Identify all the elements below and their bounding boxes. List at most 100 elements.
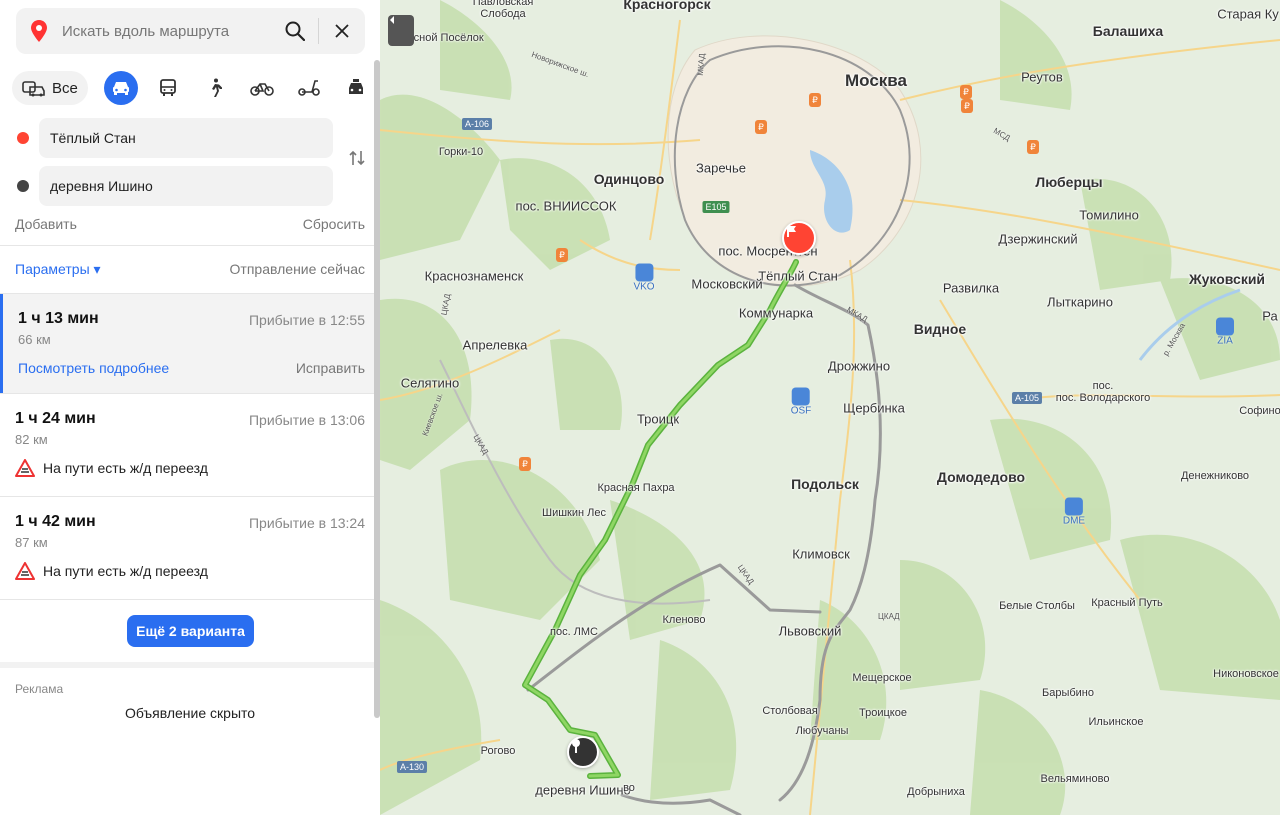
fuel-station-icon[interactable]: ₽ (519, 457, 531, 471)
map-label: Томилино (1079, 207, 1139, 223)
swap-arrows-icon (349, 150, 365, 166)
route-distance: 87 км (15, 535, 48, 550)
railway-crossing-warning-icon (15, 459, 35, 477)
airport-code: ZIA (1217, 335, 1233, 347)
airplane-icon (792, 387, 810, 406)
bicycle-icon (250, 83, 274, 96)
airplane-icon (635, 263, 653, 282)
map-label: Красный Путь (1091, 597, 1163, 609)
map-label: Любучаны (795, 725, 849, 737)
road-shield: А-130 (396, 761, 428, 773)
route-search-bar: Искать вдоль маршрута (16, 8, 365, 54)
route-duration: 1 ч 42 мин (15, 513, 96, 530)
airport-zia[interactable]: ZIA (1216, 317, 1234, 347)
mode-walk-button[interactable] (198, 71, 232, 105)
route-option-2[interactable]: 1 ч 24 мин Прибытие в 13:06 82 км На пут… (0, 394, 374, 496)
map-label: Троицк (636, 411, 680, 427)
end-point-field[interactable]: деревня Ишино (39, 166, 333, 206)
swap-points-button[interactable] (345, 146, 369, 170)
route-point-actions: Добавить Сбросить (15, 216, 365, 232)
map-label: Видное (913, 321, 967, 337)
road-shield: А-105 (1011, 392, 1043, 404)
fuel-station-icon[interactable]: ₽ (556, 248, 568, 262)
route-arrival: Прибытие в 12:55 (248, 312, 365, 328)
map-label: Красная Пахра (597, 482, 675, 494)
close-button[interactable] (319, 8, 365, 54)
airport-code: OSF (790, 405, 812, 417)
map-label: Софино (1239, 405, 1280, 417)
route-option-3[interactable]: 1 ч 42 мин Прибытие в 13:24 87 км На пут… (0, 497, 374, 599)
fuel-station-icon[interactable]: ₽ (1027, 140, 1039, 154)
map-label: Коммунарка (738, 305, 814, 321)
map-label: Кленово (662, 614, 706, 626)
map-label: Лыткарино (1047, 294, 1113, 310)
route-details-link[interactable]: Посмотреть подробнее (18, 360, 169, 376)
airport-vko[interactable]: VKO (633, 263, 655, 293)
route-start-pin[interactable] (782, 221, 816, 255)
route-params-row: Параметры ▾ Отправление сейчас (15, 261, 365, 278)
map-label: пос. ЛМС (549, 626, 599, 638)
map-base-layer (380, 0, 1280, 815)
map-label: Щербинка (843, 400, 905, 416)
start-point-field[interactable]: Тёплый Стан (39, 118, 333, 158)
panel-scrollbar[interactable] (374, 60, 380, 718)
reset-button[interactable]: Сбросить (303, 216, 365, 232)
mode-taxi-button[interactable] (339, 71, 373, 105)
report-route-link[interactable]: Исправить (296, 360, 365, 376)
fuel-station-icon[interactable]: ₽ (961, 99, 973, 113)
mode-all-button[interactable]: Все (12, 71, 88, 105)
map-label: Слобода (480, 8, 526, 20)
route-distance: 82 км (15, 432, 48, 447)
map-label: Реутов (1021, 69, 1063, 85)
taxi-icon (348, 79, 363, 94)
departure-time-selector[interactable]: Отправление сейчас (230, 261, 365, 278)
route-option-1[interactable]: 1 ч 13 мин Прибытие в 12:55 66 км Посмот… (0, 294, 374, 393)
transport-mode-bar: Все (12, 68, 386, 108)
airplane-icon (1064, 497, 1083, 516)
map-label: Подольск (791, 476, 859, 492)
map-canvas[interactable]: Красногорск Москва Балашиха Реутов Стара… (380, 0, 1280, 815)
mode-car-button[interactable] (103, 71, 138, 105)
map-label: деревня Ишино (535, 782, 631, 798)
ad-hidden-text: Объявление скрыто (124, 705, 256, 721)
map-label: Одинцово (593, 171, 665, 187)
map-label: Балашиха (1092, 23, 1164, 39)
collapse-panel-button[interactable] (388, 15, 414, 46)
start-point-dot-icon (17, 132, 29, 144)
map-label: Шишкин Лес (542, 507, 606, 519)
map-label: Рогово (480, 745, 516, 757)
map-label: Столбовая (762, 705, 818, 717)
location-pin-icon (572, 739, 580, 753)
map-label: Ра (1262, 308, 1278, 324)
parameters-dropdown[interactable]: Параметры ▾ (15, 261, 101, 278)
route-arrival: Прибытие в 13:24 (248, 515, 365, 531)
route-panel: Искать вдоль маршрута Все Тёплый Стан де… (0, 0, 380, 815)
airport-code: VKO (633, 281, 655, 293)
map-label: Горки-10 (438, 146, 484, 158)
mode-transit-button[interactable] (151, 71, 185, 105)
map-label: пос. ВНИИССОК (515, 198, 617, 214)
fuel-station-icon[interactable]: ₽ (809, 93, 821, 107)
airport-dme[interactable]: DME (1063, 497, 1085, 527)
section-separator (0, 662, 374, 668)
ad-label: Реклама (15, 682, 64, 696)
route-end-pin[interactable] (567, 736, 599, 768)
bus-icon (159, 79, 176, 96)
map-label: Домодедово (936, 469, 1026, 485)
map-label: Тёплый Стан (758, 268, 838, 284)
fuel-station-icon[interactable]: ₽ (755, 120, 767, 134)
mode-bicycle-button[interactable] (245, 71, 279, 105)
mode-scooter-button[interactable] (292, 71, 326, 105)
map-label: Дрожжино (827, 358, 891, 374)
map-label: пос. Володарского (1055, 392, 1151, 404)
railway-crossing-warning: На пути есть ж/д переезд (15, 459, 208, 477)
fuel-station-icon[interactable]: ₽ (960, 85, 972, 99)
add-point-button[interactable]: Добавить (15, 216, 77, 232)
search-button[interactable] (272, 8, 318, 54)
more-routes-button[interactable]: Ещё 2 варианта (127, 615, 254, 647)
airport-osf[interactable]: OSF (790, 387, 812, 417)
divider (0, 245, 374, 246)
search-input[interactable]: Искать вдоль маршрута (62, 23, 272, 40)
map-label: Львовский (778, 623, 842, 639)
map-label: Старая Ку (1217, 6, 1279, 22)
